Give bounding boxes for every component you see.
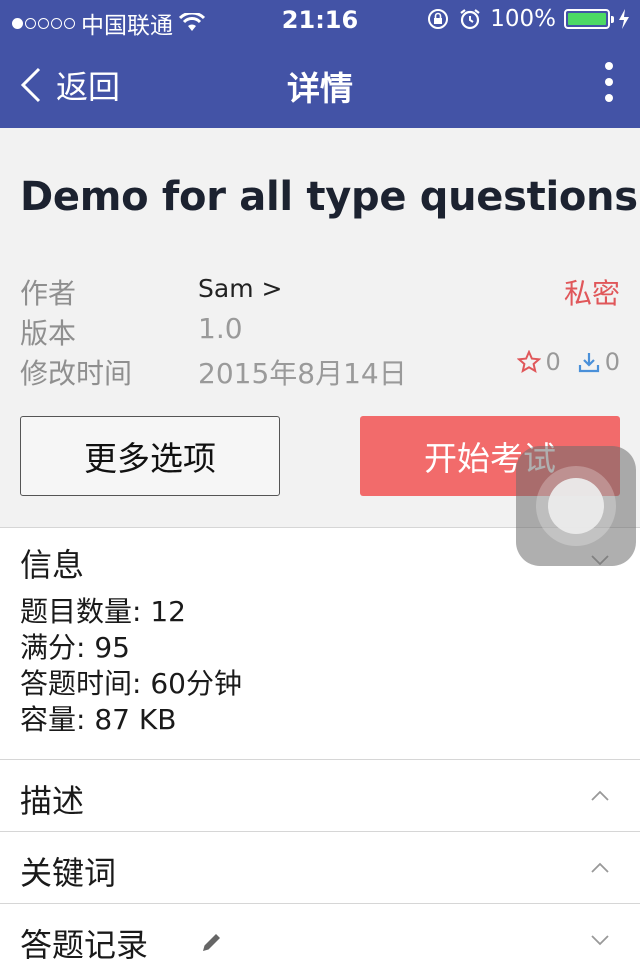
- pencil-icon[interactable]: [200, 930, 224, 954]
- chevron-up-icon[interactable]: [590, 786, 610, 806]
- assistive-touch-button[interactable]: [516, 446, 636, 566]
- alarm-icon: [460, 9, 480, 30]
- status-right: 100%: [426, 6, 630, 32]
- modified-label: 修改时间: [20, 357, 133, 390]
- keywords-section[interactable]: 关键词: [0, 832, 640, 904]
- download-icon: [578, 353, 599, 373]
- description-section[interactable]: 描述: [0, 760, 640, 832]
- full-score: 满分: 95: [20, 631, 130, 664]
- modified-value: 2015年8月14日: [198, 357, 407, 390]
- more-options-button[interactable]: 更多选项: [20, 416, 280, 496]
- charging-icon: [619, 9, 629, 29]
- exam-title: Demo for all type questions: [20, 174, 638, 220]
- battery-percent: 100%: [490, 6, 556, 32]
- question-count: 题目数量: 12: [20, 595, 186, 628]
- chevron-up-icon[interactable]: [590, 858, 610, 878]
- chevron-down-icon[interactable]: [590, 930, 610, 950]
- star-icon: [517, 350, 542, 374]
- page-title: 详情: [287, 69, 353, 108]
- size: 容量: 87 KB: [20, 703, 177, 736]
- counts: 0 0: [517, 348, 620, 376]
- version-label: 版本: [20, 317, 77, 350]
- answer-records-title: 答题记录: [20, 926, 149, 960]
- privacy-badge: 私密: [563, 277, 620, 310]
- info-title: 信息: [20, 546, 85, 584]
- description-title: 描述: [20, 782, 85, 820]
- assistive-dot-icon: [548, 478, 604, 534]
- answer-time: 答题时间: 60分钟: [20, 667, 242, 700]
- author-label: 作者: [20, 277, 77, 310]
- star-count-value: 0: [545, 348, 561, 376]
- star-count[interactable]: 0: [517, 348, 561, 376]
- navigation-bar: 返回 详情: [0, 40, 640, 128]
- answer-records-section[interactable]: 答题记录: [0, 904, 640, 960]
- download-count-value: 0: [604, 348, 620, 376]
- orientation-lock-icon: [428, 9, 449, 29]
- more-vertical-icon[interactable]: [604, 62, 614, 102]
- author-link[interactable]: Sam >: [198, 274, 282, 303]
- keywords-title: 关键词: [20, 854, 117, 892]
- download-count[interactable]: 0: [577, 348, 620, 376]
- battery-icon: [564, 9, 614, 29]
- status-bar: 中国联通 21:16 100%: [0, 0, 640, 40]
- version-value: 1.0: [198, 312, 243, 345]
